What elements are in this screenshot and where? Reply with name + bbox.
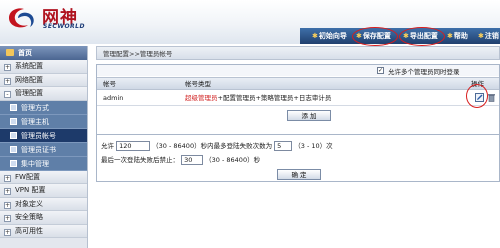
expand-icon: + bbox=[4, 77, 11, 85]
edit-icon[interactable] bbox=[475, 93, 484, 102]
role-super-admin: 超级管理员 bbox=[185, 94, 218, 102]
sidebar-item-management-method[interactable]: 管理方式 bbox=[0, 100, 87, 115]
home-icon bbox=[6, 49, 14, 56]
sidebar-group-objects[interactable]: + 对象定义 bbox=[0, 197, 87, 211]
page-icon bbox=[10, 103, 17, 111]
star-icon: ✱ bbox=[478, 32, 484, 40]
allow-multi-row: ✓ 允许多个管理员同时登录 bbox=[97, 65, 499, 76]
page-icon bbox=[10, 145, 17, 153]
star-icon: ✱ bbox=[356, 32, 362, 40]
collapse-icon: - bbox=[4, 91, 11, 98]
max-attempts-line: 允许 120 （30 - 86400）秒内最多登陆失败次数为 5 （3 - 10… bbox=[101, 141, 333, 151]
expand-icon: + bbox=[4, 174, 11, 182]
page-icon bbox=[10, 159, 17, 167]
save-config-button[interactable]: ✱保存配置 bbox=[356, 30, 391, 43]
star-icon: ✱ bbox=[447, 32, 453, 40]
expand-icon: + bbox=[4, 64, 11, 71]
brand-subtitle: SECWORLD bbox=[43, 23, 85, 30]
expand-icon: + bbox=[4, 228, 11, 236]
sidebar-item-central-management[interactable]: 集中管理 bbox=[0, 156, 87, 171]
expand-icon: + bbox=[4, 201, 11, 209]
page-icon bbox=[10, 131, 17, 139]
delete-icon[interactable] bbox=[487, 93, 496, 102]
page-icon bbox=[10, 117, 17, 125]
lockout-seconds-input[interactable]: 30 bbox=[181, 155, 204, 165]
sidebar-group-security-policy[interactable]: + 安全策略 bbox=[0, 211, 87, 225]
role-others: +配置管理员+策略管理员+日志审计员 bbox=[217, 94, 332, 102]
account-roles: 超级管理员+配置管理员+策略管理员+日志审计员 bbox=[185, 90, 331, 106]
add-button[interactable]: 添 加 bbox=[287, 110, 331, 121]
breadcrumb: 管理配置>>管理员帐号 bbox=[96, 46, 500, 60]
allow-multi-checkbox[interactable]: ✓ bbox=[377, 67, 384, 74]
sidebar-group-high-availability[interactable]: + 高可用性 bbox=[0, 224, 87, 238]
lockout-line: 最后一次登陆失败后禁止： 30 （30 - 86400）秒 bbox=[101, 155, 261, 165]
brand-logo-icon bbox=[9, 8, 34, 28]
sidebar-group-network[interactable]: + 网络配置 bbox=[0, 73, 87, 87]
sidebar-item-admin-certificate[interactable]: 管理员证书 bbox=[0, 142, 87, 157]
table-header: 帐号 帐号类型 操作 bbox=[97, 77, 499, 90]
star-icon: ✱ bbox=[312, 32, 318, 40]
export-config-button[interactable]: ✱导出配置 bbox=[403, 30, 438, 43]
attempt-window-seconds-input[interactable]: 120 bbox=[116, 141, 151, 151]
logout-button[interactable]: ✱注销 bbox=[478, 30, 499, 43]
expand-icon: + bbox=[4, 188, 11, 195]
help-button[interactable]: ✱帮助 bbox=[447, 30, 468, 43]
sidebar-home[interactable]: 首页 bbox=[0, 46, 87, 60]
sidebar-item-management-host[interactable]: 管理主机 bbox=[0, 114, 87, 129]
account-name: admin bbox=[103, 94, 124, 102]
main-content: 管理配置>>管理员帐号 ✓ 允许多个管理员同时登录 帐号 帐号类型 操作 adm… bbox=[96, 46, 500, 182]
expand-icon: + bbox=[4, 215, 11, 222]
sidebar-group-fw[interactable]: + FW配置 bbox=[0, 170, 87, 184]
sidebar-group-system[interactable]: + 系统配置 bbox=[0, 60, 87, 74]
sidebar-item-admin-account[interactable]: 管理员帐号 bbox=[0, 128, 87, 143]
login-policy-panel: 允许 120 （30 - 86400）秒内最多登陆失败次数为 5 （3 - 10… bbox=[96, 134, 500, 182]
confirm-button[interactable]: 确 定 bbox=[277, 169, 321, 180]
star-icon: ✱ bbox=[403, 32, 409, 40]
sidebar: 首页 + 系统配置 + 网络配置 - 管理配置 管理方式 管理主机 管理员帐号 管理员… bbox=[0, 46, 88, 248]
max-attempts-input[interactable]: 5 bbox=[274, 141, 293, 151]
sidebar-group-management[interactable]: - 管理配置 bbox=[0, 87, 87, 101]
app-header: 网神 SECWORLD ✱初始向导 ✱保存配置 ✱导出配置 ✱帮助 ✱注销 bbox=[0, 0, 500, 46]
sidebar-group-vpn[interactable]: + VPN 配置 bbox=[0, 184, 87, 198]
allow-multi-label: 允许多个管理员同时登录 bbox=[388, 68, 460, 76]
setup-wizard-button[interactable]: ✱初始向导 bbox=[312, 30, 347, 43]
table-row: admin 超级管理员+配置管理员+策略管理员+日志审计员 bbox=[97, 84, 499, 108]
